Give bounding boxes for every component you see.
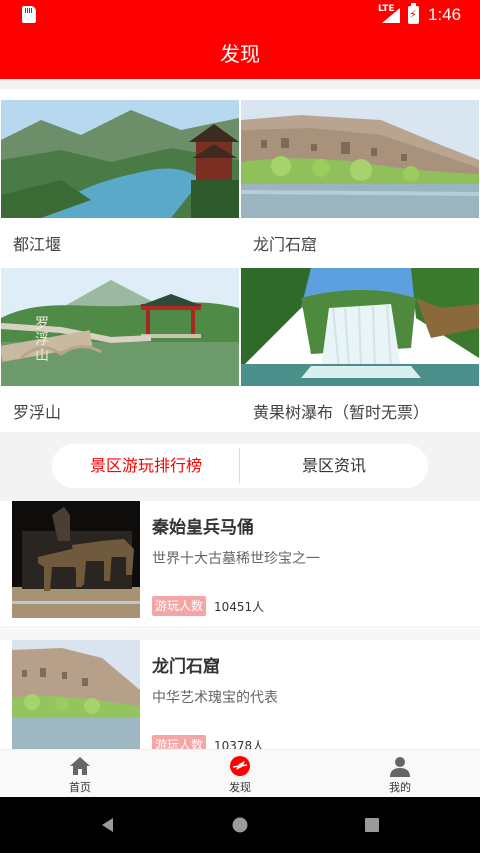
battery-charging-icon: [408, 3, 419, 24]
home-icon: [70, 757, 90, 775]
scenic-photo: 罗 浮 山: [1, 268, 239, 386]
svg-text:山: 山: [35, 348, 49, 364]
sd-card-icon: [22, 6, 36, 23]
tab-news[interactable]: 景区资讯: [240, 444, 428, 488]
visitor-count: 10378人: [214, 739, 265, 749]
scenic-name: 都江堰: [13, 235, 62, 254]
scenic-card-longmen[interactable]: 龙门石窟: [241, 89, 479, 254]
status-bar: LTE 1:46: [0, 0, 480, 30]
list-item[interactable]: 秦始皇兵马俑 世界十大古墓稀世珍宝之一 游玩人数 10451人: [0, 501, 480, 628]
scenic-photo: [241, 268, 479, 386]
bottom-navigation: 首页 发现 我的: [0, 749, 480, 797]
attraction-title: 龙门石窟: [152, 657, 220, 677]
attraction-desc: 中华艺术瑰宝的代表: [152, 690, 278, 706]
scenic-grid: 都江堰 龙门石窟 罗 浮 山 罗浮山 黄果树瀑布（暂时无票）: [0, 89, 480, 432]
scenic-name: 罗浮山: [13, 403, 62, 422]
nav-profile-label: 我的: [389, 781, 411, 794]
attraction-thumbnail: [12, 640, 140, 749]
nav-profile[interactable]: 我的: [320, 750, 480, 798]
nav-discover[interactable]: 发现: [160, 750, 320, 798]
back-icon[interactable]: [98, 815, 118, 835]
scenic-name: 黄果树瀑布（暂时无票）: [253, 403, 430, 422]
page-title: 发现: [220, 42, 260, 66]
scenic-photo: [241, 100, 479, 218]
scenic-card-huangguoshu[interactable]: 黄果树瀑布（暂时无票）: [241, 257, 479, 422]
section-tabs: 景区游玩排行榜 景区资讯: [52, 444, 428, 488]
visitor-count-badge: 游玩人数: [152, 596, 207, 616]
nav-home-label: 首页: [69, 781, 91, 794]
list-item[interactable]: 龙门石窟 中华艺术瑰宝的代表 游玩人数 10378人: [0, 640, 480, 749]
home-button-icon[interactable]: [230, 815, 250, 835]
discover-icon: [230, 756, 250, 776]
status-clock: 1:46: [428, 5, 462, 24]
signal-icon: [382, 8, 400, 23]
list-divider: [0, 629, 480, 640]
attraction-desc: 世界十大古墓稀世珍宝之一: [152, 551, 320, 567]
scenic-name: 龙门石窟: [253, 235, 318, 254]
attraction-title: 秦始皇兵马俑: [152, 518, 254, 538]
nav-home[interactable]: 首页: [0, 750, 160, 798]
attraction-thumbnail: [12, 501, 140, 618]
visitor-count: 10451人: [214, 600, 265, 614]
tab-ranking[interactable]: 景区游玩排行榜: [52, 444, 240, 488]
nav-discover-label: 发现: [229, 781, 251, 794]
recents-icon[interactable]: [362, 815, 382, 835]
app-header: 发现: [0, 30, 480, 79]
ranking-list: 秦始皇兵马俑 世界十大古墓稀世珍宝之一 游玩人数 10451人 龙门石窟 中华艺…: [0, 501, 480, 749]
svg-text:浮: 浮: [35, 332, 49, 348]
scenic-photo: [1, 100, 239, 218]
scenic-card-luofushan[interactable]: 罗 浮 山 罗浮山: [1, 257, 239, 422]
svg-text:罗: 罗: [35, 316, 49, 332]
system-navigation-bar: [0, 797, 480, 853]
visitor-count-badge: 游玩人数: [152, 735, 207, 749]
profile-icon: [390, 757, 410, 777]
scenic-card-dujiangyan[interactable]: 都江堰: [1, 89, 239, 254]
